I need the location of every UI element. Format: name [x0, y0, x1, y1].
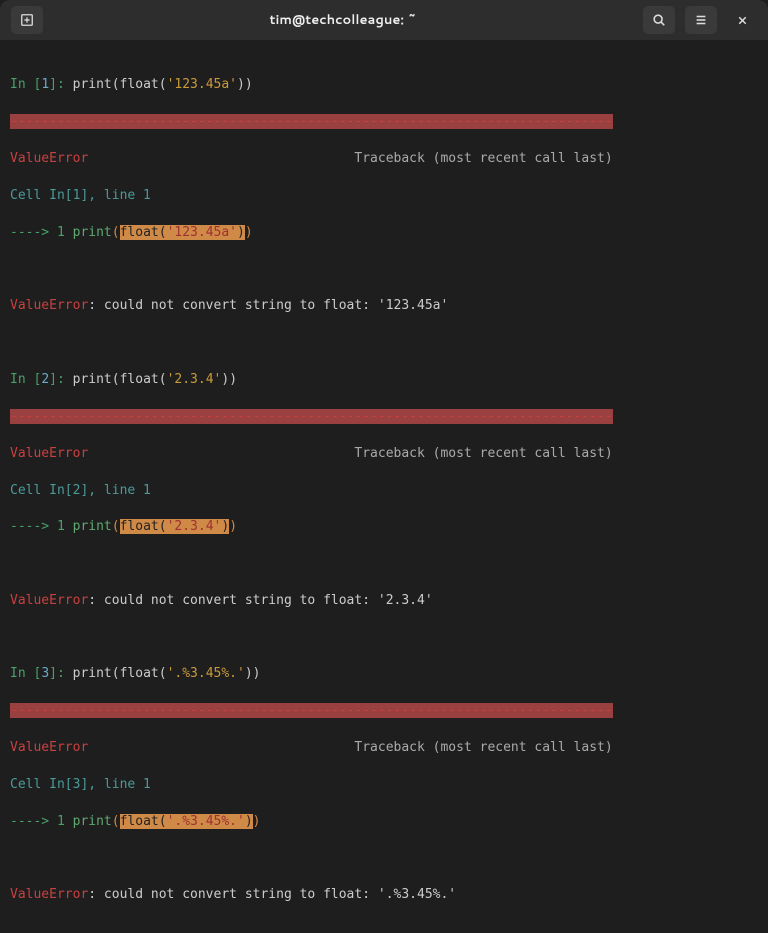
traceback-arrow-line: ----> 1 print(float('.%3.45%.')) [10, 813, 758, 831]
dash-line: ----------------------------------------… [10, 702, 758, 720]
dash-line: ----------------------------------------… [10, 113, 758, 131]
input-line: In [3]: print(float('.%3.45%.')) [10, 665, 758, 683]
search-button[interactable] [643, 6, 675, 34]
input-line: In [2]: print(float('2.3.4')) [10, 371, 758, 389]
new-tab-button[interactable] [11, 6, 43, 34]
traceback-arrow-line: ----> 1 print(float('2.3.4')) [10, 518, 758, 536]
error-header: ValueError Traceback (most recent call l… [10, 739, 758, 757]
traceback-arrow-line: ----> 1 print(float('123.45a')) [10, 224, 758, 242]
dash-line: ----------------------------------------… [10, 408, 758, 426]
input-line: In [1]: print(float('123.45a')) [10, 76, 758, 94]
cell-ref: Cell In[2], line 1 [10, 482, 758, 500]
error-message: ValueError: could not convert string to … [10, 297, 758, 315]
cell-ref: Cell In[3], line 1 [10, 776, 758, 794]
error-header: ValueError Traceback (most recent call l… [10, 150, 758, 168]
menu-button[interactable] [685, 6, 717, 34]
close-button[interactable] [724, 6, 760, 34]
titlebar: tim@techcolleague: ~ [0, 0, 768, 40]
window-title: tim@techcolleague: ~ [46, 11, 640, 29]
terminal-output[interactable]: In [1]: print(float('123.45a')) --------… [0, 40, 768, 933]
error-message: ValueError: could not convert string to … [10, 886, 758, 904]
cell-ref: Cell In[1], line 1 [10, 187, 758, 205]
error-header: ValueError Traceback (most recent call l… [10, 445, 758, 463]
titlebar-right-controls [640, 6, 760, 34]
error-message: ValueError: could not convert string to … [10, 592, 758, 610]
